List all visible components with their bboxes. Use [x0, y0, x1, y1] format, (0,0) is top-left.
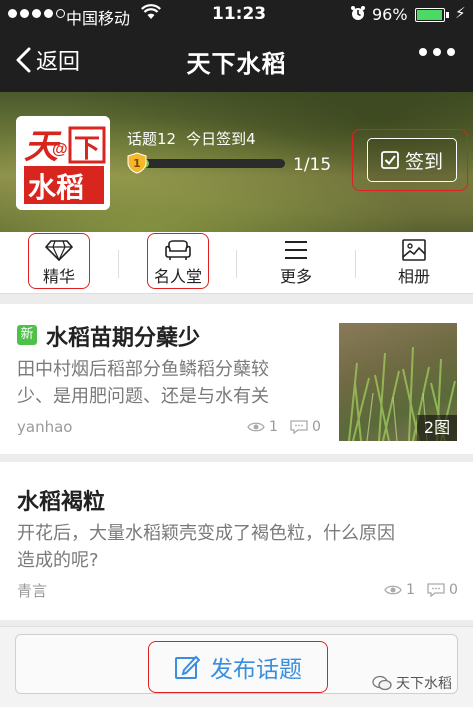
- wechat-watermark: 天下水稻: [372, 673, 452, 693]
- navigation-bar: 返回 天下水稻: [0, 30, 473, 92]
- post-thumbnail[interactable]: 2图: [339, 323, 457, 441]
- tab-label: 相册: [397, 267, 430, 286]
- post-excerpt-line: 开花后，大量水稻颖壳变成了褐色粒，什么原因: [17, 523, 395, 544]
- progress-text: 1/15: [293, 155, 332, 175]
- menu-icon: [285, 241, 307, 259]
- checkin-button[interactable]: 签到: [367, 138, 457, 182]
- view-count: 1: [247, 419, 278, 435]
- signal-icon: [8, 9, 65, 18]
- svg-text:下: 下: [74, 133, 100, 163]
- checkin-count: 今日签到4: [186, 130, 256, 148]
- post-excerpt: 开花后，大量水稻颖壳变成了褐色粒，什么原因 造成的呢?: [17, 520, 395, 574]
- group-logo: 天 @ 下 水稻: [16, 116, 110, 210]
- status-time: 11:23: [212, 4, 267, 24]
- back-button[interactable]: 返回: [14, 44, 80, 76]
- eye-icon: [384, 585, 402, 595]
- level-shield-icon: 1: [127, 152, 147, 174]
- comment-icon: [427, 583, 445, 597]
- wechat-icon: [372, 675, 392, 691]
- chevron-left-icon: [16, 47, 31, 73]
- checkin-progress: [127, 156, 287, 170]
- alarm-icon: [350, 5, 366, 25]
- comment-count-value: 0: [312, 419, 321, 435]
- edit-icon: [175, 655, 200, 679]
- post-item[interactable]: 新 水稻苗期分蘖少 田中村烟后稻部分鱼鳞稻分蘖较 少、是用肥问题、还是与水有关 …: [0, 304, 473, 454]
- comment-count: 0: [290, 419, 321, 435]
- wifi-icon: [141, 4, 161, 24]
- checkin-highlight: 签到: [352, 129, 468, 191]
- group-stats: 话题12 今日签到4: [127, 128, 256, 149]
- comment-count: 0: [427, 582, 458, 598]
- post-author: 青言: [17, 582, 48, 600]
- carrier-name: 中国移动: [66, 9, 131, 28]
- svg-text:水稻: 水稻: [28, 172, 84, 203]
- charging-icon: ⚡: [455, 4, 466, 22]
- bottom-bar: 发布话题 天下水稻: [0, 626, 473, 707]
- checkbox-icon: [381, 151, 399, 169]
- comment-icon: [290, 420, 308, 434]
- status-bar: 中国移动 11:23 96% ⚡: [0, 0, 473, 30]
- eye-icon: [247, 422, 265, 432]
- post-excerpt-line: 少、是用肥问题、还是与水有关: [17, 386, 269, 407]
- checkin-label: 签到: [404, 150, 443, 173]
- group-header: 天 @ 下 水稻 话题12 今日签到4 1 1/15 签到: [0, 92, 473, 232]
- battery-percent: 96%: [372, 5, 408, 24]
- post-item[interactable]: 水稻褐粒 开花后，大量水稻颖壳变成了褐色粒，什么原因 造成的呢? 青言 1 0: [0, 462, 473, 620]
- tab-bar: 精华 名人堂 更多 相册: [0, 232, 473, 294]
- post-excerpt-line: 田中村烟后稻部分鱼鳞稻分蘖较: [17, 359, 269, 380]
- tab-album[interactable]: 相册: [355, 232, 473, 294]
- image-count-badge: 2图: [417, 415, 457, 441]
- svg-text:@: @: [52, 141, 68, 158]
- post-excerpt: 田中村烟后稻部分鱼鳞稻分蘖较 少、是用肥问题、还是与水有关: [17, 356, 269, 410]
- watermark-text: 天下水稻: [396, 676, 452, 692]
- publish-label: 发布话题: [210, 657, 302, 683]
- topic-count: 话题12: [127, 130, 177, 148]
- top-bar: 中国移动 11:23 96% ⚡ 返回 天下水稻: [0, 0, 473, 92]
- svg-text:1: 1: [133, 157, 141, 170]
- ellipsis-icon[interactable]: [419, 48, 455, 56]
- publish-topic-button[interactable]: 发布话题: [148, 641, 328, 693]
- battery-icon: [415, 8, 449, 22]
- tab-label: 更多: [279, 267, 312, 286]
- tab-more[interactable]: 更多: [237, 232, 355, 294]
- view-count-value: 1: [406, 582, 415, 598]
- new-badge: 新: [17, 325, 37, 345]
- post-title: 水稻苗期分蘖少: [46, 326, 201, 351]
- hall-of-fame-highlight: [147, 233, 209, 289]
- post-author: yanhao: [17, 418, 73, 436]
- post-title: 水稻褐粒: [17, 490, 106, 515]
- post-excerpt-line: 造成的呢?: [17, 550, 99, 571]
- back-label: 返回: [36, 50, 81, 75]
- view-count-value: 1: [269, 419, 278, 435]
- image-icon: [402, 239, 426, 261]
- view-count: 1: [384, 582, 415, 598]
- comment-count-value: 0: [449, 582, 458, 598]
- featured-highlight: [28, 233, 90, 289]
